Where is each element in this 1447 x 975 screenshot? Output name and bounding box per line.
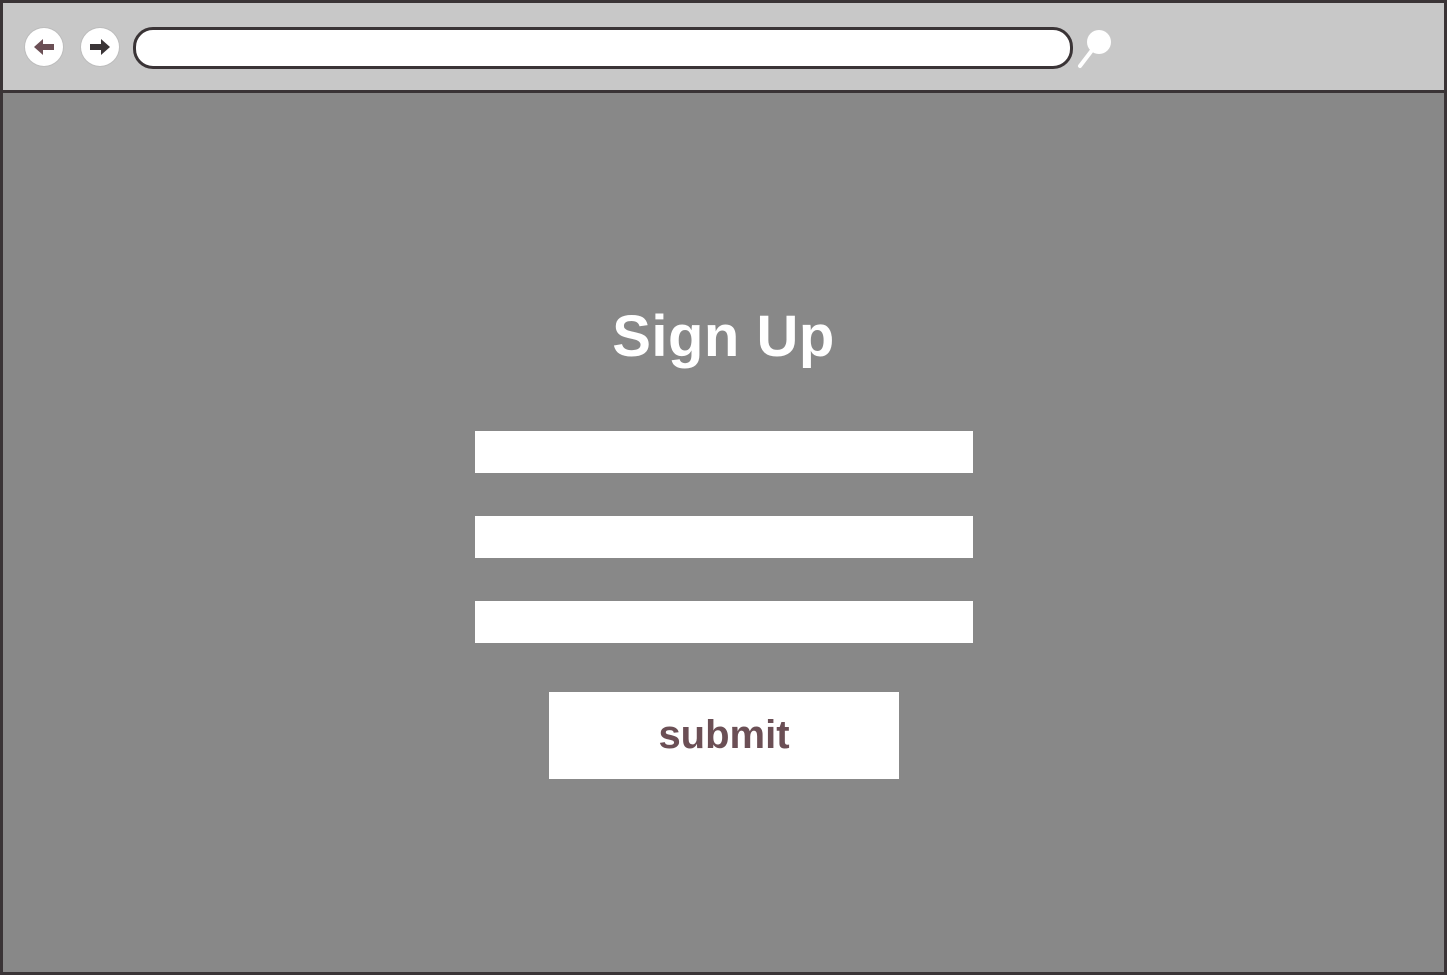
submit-button[interactable]: submit bbox=[549, 692, 899, 779]
browser-toolbar bbox=[3, 3, 1444, 93]
address-bar-input[interactable] bbox=[133, 27, 1073, 69]
form-field-1[interactable] bbox=[475, 431, 973, 473]
form-field-3[interactable] bbox=[475, 601, 973, 643]
forward-button[interactable] bbox=[81, 28, 119, 66]
page-title: Sign Up bbox=[612, 304, 835, 369]
browser-window: Sign Up submit bbox=[0, 0, 1447, 975]
magnifier-icon[interactable] bbox=[1073, 27, 1119, 73]
form-field-2[interactable] bbox=[475, 516, 973, 558]
back-button[interactable] bbox=[25, 28, 63, 66]
